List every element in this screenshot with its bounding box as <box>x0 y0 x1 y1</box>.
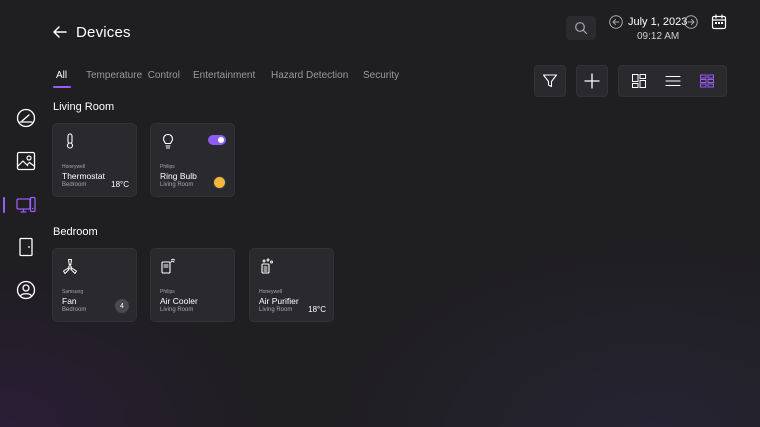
tab-all[interactable]: All <box>56 70 67 81</box>
page-title: Devices <box>76 24 131 41</box>
sidebar-item-profile[interactable] <box>16 280 36 300</box>
fan-icon <box>62 258 78 274</box>
user-icon <box>16 280 36 300</box>
picture-frame-icon <box>16 151 36 171</box>
air-cooler-icon <box>160 258 176 274</box>
filter-icon <box>542 74 558 88</box>
device-room: Living Room <box>259 307 293 313</box>
add-device-button[interactable] <box>576 65 608 97</box>
back-button[interactable] <box>50 22 70 42</box>
sidebar-item-devices[interactable] <box>16 196 36 216</box>
device-card-ring-bulb[interactable]: Philips Ring Bulb Living Room <box>150 123 235 197</box>
device-name: Air Purifier <box>259 296 299 306</box>
tab-hazard-detection[interactable]: Hazard Detection <box>271 70 348 81</box>
active-tab-indicator <box>53 86 71 88</box>
gauge-icon <box>16 108 36 128</box>
tab-entertainment[interactable]: Entertainment <box>193 70 255 81</box>
previous-date-button[interactable] <box>609 15 623 29</box>
device-card-air-purifier[interactable]: Honeywell Air Purifier Living Room 18°C <box>249 248 334 322</box>
view-mode-switcher <box>618 65 727 97</box>
next-date-button[interactable] <box>684 15 698 29</box>
tab-security[interactable]: Security <box>363 70 399 81</box>
list-icon <box>665 75 681 87</box>
device-card-thermostat[interactable]: Honeywell Thermostat Bedroom 18°C <box>52 123 137 197</box>
arrow-left-circle-icon <box>609 15 623 29</box>
device-room: Living Room <box>160 182 194 188</box>
section-title-bedroom: Bedroom <box>53 226 98 238</box>
calendar-icon <box>711 14 727 30</box>
device-temperature: 18°C <box>308 305 326 314</box>
device-name: Ring Bulb <box>160 171 197 181</box>
power-toggle[interactable] <box>208 135 226 145</box>
tab-temperature-control[interactable]: Temperature Control <box>86 70 180 81</box>
current-date: July 1, 2023 <box>628 16 688 28</box>
door-icon <box>19 237 33 257</box>
device-brand: Honeywell <box>259 289 283 295</box>
current-time: 09:12 AM <box>637 31 680 42</box>
device-brand: Philips <box>160 164 175 170</box>
device-card-air-cooler[interactable]: Philips Air Cooler Living Room <box>150 248 235 322</box>
grid-view-button[interactable] <box>689 66 725 96</box>
arrow-left-icon <box>53 26 67 38</box>
grid-icon <box>700 74 714 88</box>
device-brand: Honeywell <box>62 164 86 170</box>
list-view-button[interactable] <box>655 66 691 96</box>
bulb-color-indicator[interactable] <box>214 177 225 188</box>
sidebar-item-gallery[interactable] <box>16 151 36 171</box>
thermometer-icon <box>62 133 78 149</box>
dashboard-view-button[interactable] <box>621 66 657 96</box>
section-title-living-room: Living Room <box>53 101 115 113</box>
search-button[interactable] <box>566 16 596 40</box>
device-brand: Philips <box>160 289 175 295</box>
device-brand: Samsung <box>62 289 84 295</box>
sidebar-item-dashboard[interactable] <box>16 108 36 128</box>
device-name: Fan <box>62 296 77 306</box>
device-temperature: 18°C <box>111 180 129 189</box>
sidebar-active-indicator <box>3 197 5 213</box>
fan-speed-badge: 4 <box>115 299 129 313</box>
dashboard-layout-icon <box>632 74 646 88</box>
device-room: Living Room <box>160 307 194 313</box>
device-name: Thermostat <box>62 171 105 181</box>
device-room: Bedroom <box>62 182 87 188</box>
device-room: Bedroom <box>62 307 87 313</box>
air-purifier-icon <box>259 258 275 274</box>
calendar-button[interactable] <box>711 14 727 30</box>
arrow-right-circle-icon <box>684 15 698 29</box>
sidebar-item-doors[interactable] <box>16 237 36 257</box>
devices-icon <box>16 196 36 213</box>
bulb-icon <box>160 133 176 149</box>
plus-icon <box>584 73 600 89</box>
filter-button[interactable] <box>534 65 566 97</box>
device-name: Air Cooler <box>160 296 198 306</box>
device-card-fan[interactable]: Samsung Fan Bedroom 4 <box>52 248 137 322</box>
search-icon <box>575 22 588 35</box>
